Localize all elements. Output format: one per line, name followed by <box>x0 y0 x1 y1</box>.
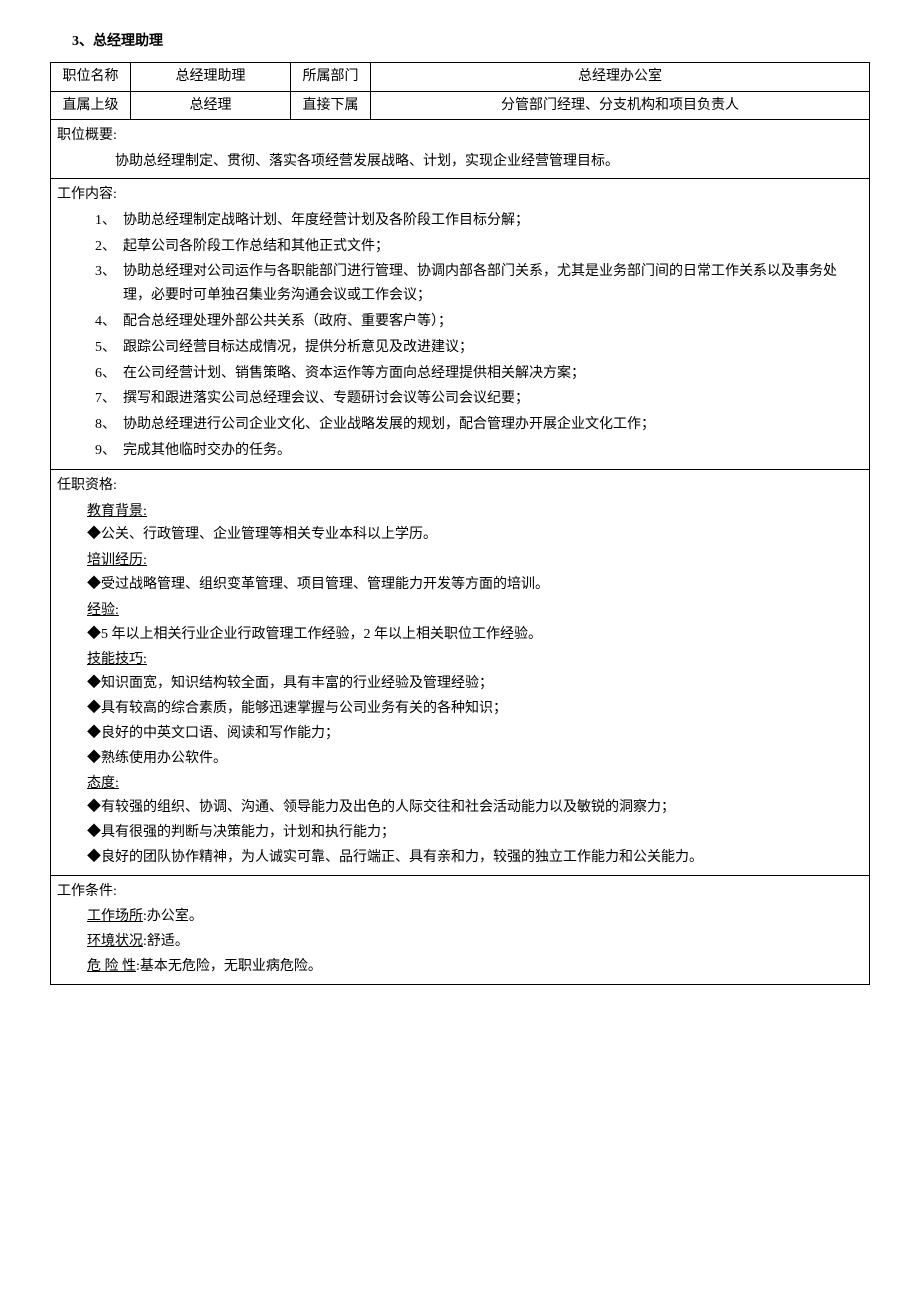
overview-cell: 职位概要: 协助总经理制定、贯彻、落实各项经营发展战略、计划，实现企业经营管理目… <box>51 120 870 179</box>
header-row-1: 职位名称 总经理助理 所属部门 总经理办公室 <box>51 62 870 91</box>
job-spec-table: 职位名称 总经理助理 所属部门 总经理办公室 直属上级 总经理 直接下属 分管部… <box>50 62 870 985</box>
skills-item: ◆熟练使用办公软件。 <box>57 747 863 771</box>
qualification-cell: 任职资格: 教育背景: ◆公关、行政管理、企业管理等相关专业本科以上学历。 培训… <box>51 469 870 875</box>
work-item: 8、协助总经理进行公司企业文化、企业战略发展的规划，配合管理办开展企业文化工作； <box>95 413 863 437</box>
document-title: 3、总经理助理 <box>72 30 870 54</box>
department-value: 总经理办公室 <box>371 62 870 91</box>
attitude-item: ◆具有很强的判断与决策能力，计划和执行能力； <box>57 821 863 845</box>
conditions-label: 工作条件: <box>57 880 863 904</box>
skills-item: ◆知识面宽，知识结构较全面，具有丰富的行业经验及管理经验； <box>57 672 863 696</box>
header-row-2: 直属上级 总经理 直接下属 分管部门经理、分支机构和项目负责人 <box>51 91 870 120</box>
skills-item: ◆良好的中英文口语、阅读和写作能力； <box>57 722 863 746</box>
conditions-cell: 工作条件: 工作场所:办公室。 环境状况:舒适。 危 险 性:基本无危险，无职业… <box>51 875 870 984</box>
work-item: 5、跟踪公司经营目标达成情况，提供分析意见及改进建议； <box>95 336 863 360</box>
education-item: ◆公关、行政管理、企业管理等相关专业本科以上学历。 <box>57 523 863 547</box>
supervisor-label: 直属上级 <box>51 91 131 120</box>
skills-item: ◆具有较高的综合素质，能够迅速掌握与公司业务有关的各种知识； <box>57 697 863 721</box>
training-item: ◆受过战略管理、组织变革管理、项目管理、管理能力开发等方面的培训。 <box>57 573 863 597</box>
work-item: 9、完成其他临时交办的任务。 <box>95 439 863 463</box>
subordinate-label: 直接下属 <box>291 91 371 120</box>
work-item: 3、协助总经理对公司运作与各职能部门进行管理、协调内部各部门关系，尤其是业务部门… <box>95 260 863 308</box>
work-item: 4、配合总经理处理外部公共关系（政府、重要客户等）； <box>95 310 863 334</box>
attitude-item: ◆良好的团队协作精神，为人诚实可靠、品行端正、具有亲和力，较强的独立工作能力和公… <box>57 846 863 870</box>
subordinate-value: 分管部门经理、分支机构和项目负责人 <box>371 91 870 120</box>
work-item: 7、撰写和跟进落实公司总经理会议、专题研讨会议等公司会议纪要； <box>95 387 863 411</box>
supervisor-value: 总经理 <box>131 91 291 120</box>
work-item: 1、协助总经理制定战略计划、年度经营计划及各阶段工作目标分解； <box>95 209 863 233</box>
qualification-label: 任职资格: <box>57 474 863 498</box>
work-content-list: 1、协助总经理制定战略计划、年度经营计划及各阶段工作目标分解； 2、起草公司各阶… <box>57 209 863 463</box>
condition-item: 工作场所:办公室。 <box>57 905 863 929</box>
overview-label: 职位概要: <box>57 124 863 148</box>
skills-heading: 技能技巧: <box>57 648 863 672</box>
work-item: 2、起草公司各阶段工作总结和其他正式文件； <box>95 235 863 259</box>
department-label: 所属部门 <box>291 62 371 91</box>
condition-item: 环境状况:舒适。 <box>57 930 863 954</box>
attitude-item: ◆有较强的组织、协调、沟通、领导能力及出色的人际交往和社会活动能力以及敏锐的洞察… <box>57 796 863 820</box>
overview-text: 协助总经理制定、贯彻、落实各项经营发展战略、计划，实现企业经营管理目标。 <box>57 150 863 174</box>
experience-item: ◆5 年以上相关行业企业行政管理工作经验，2 年以上相关职位工作经验。 <box>57 623 863 647</box>
position-name-value: 总经理助理 <box>131 62 291 91</box>
work-content-cell: 工作内容: 1、协助总经理制定战略计划、年度经营计划及各阶段工作目标分解； 2、… <box>51 178 870 469</box>
work-content-label: 工作内容: <box>57 183 863 207</box>
education-heading: 教育背景: <box>57 500 863 524</box>
training-heading: 培训经历: <box>57 549 863 573</box>
attitude-heading: 态度: <box>57 772 863 796</box>
condition-item: 危 险 性:基本无危险，无职业病危险。 <box>57 955 863 979</box>
position-name-label: 职位名称 <box>51 62 131 91</box>
work-item: 6、在公司经营计划、销售策略、资本运作等方面向总经理提供相关解决方案； <box>95 362 863 386</box>
experience-heading: 经验: <box>57 599 863 623</box>
